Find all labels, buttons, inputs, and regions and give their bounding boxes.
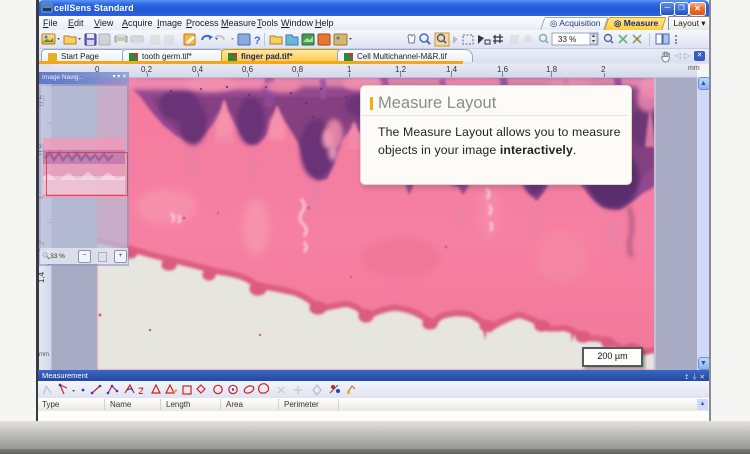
svg-text:2⃗: 2⃗ xyxy=(138,386,144,396)
svg-text:33 %: 33 % xyxy=(558,35,576,44)
svg-text:?: ? xyxy=(254,35,261,47)
